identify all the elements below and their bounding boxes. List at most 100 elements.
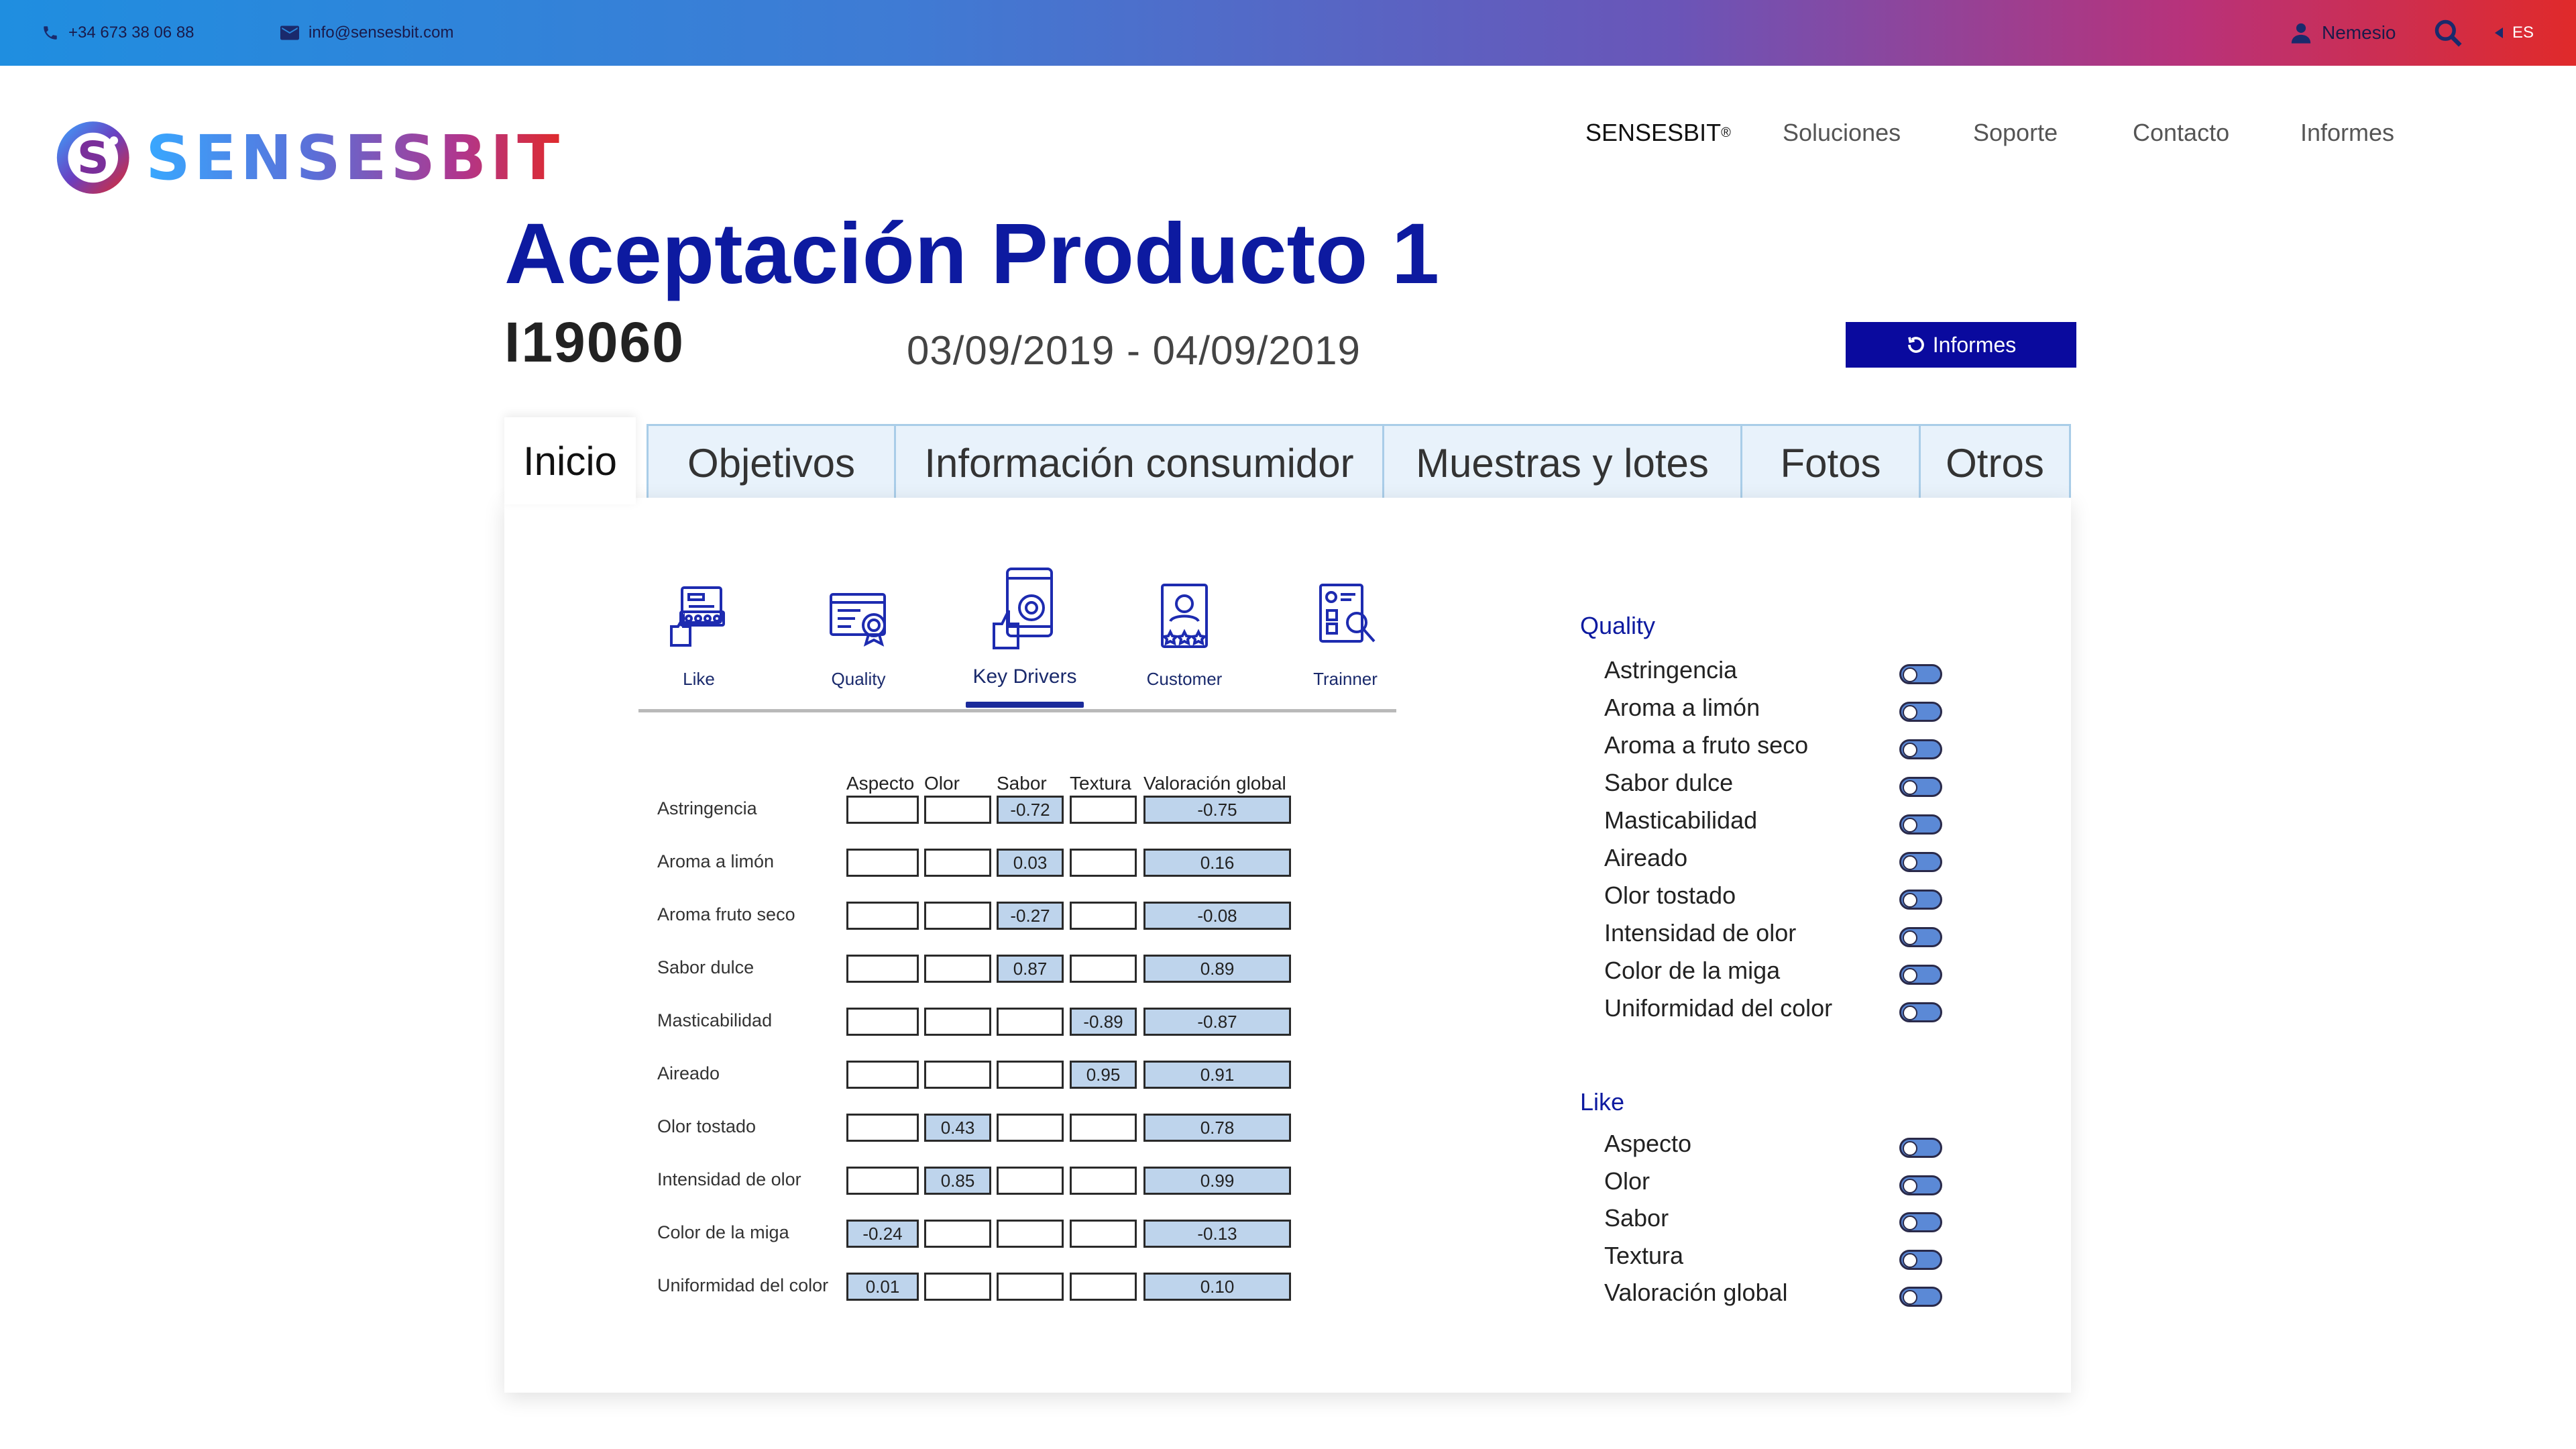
quality-toggle[interactable] [1899, 814, 1942, 835]
like-toggle[interactable] [1899, 1249, 1942, 1270]
nav-contacto[interactable]: Contacto [2133, 114, 2229, 152]
tab-objetivos-label: Objetivos [687, 441, 856, 486]
search-button[interactable] [2433, 0, 2463, 66]
row-label: Uniformidad del color [657, 1275, 829, 1295]
page-title: Aceptación Producto 1 [504, 206, 1439, 302]
reports-button[interactable]: Informes [1846, 322, 2076, 368]
like-option-label: Aspecto [1604, 1130, 1692, 1157]
quality-option-label: Sabor dulce [1604, 769, 1734, 796]
row-label: Aireado [657, 1063, 720, 1083]
language-label: ES [2512, 23, 2534, 42]
registered-mark: ® [1721, 125, 1731, 140]
quality-icon [830, 593, 886, 647]
quality-toggle[interactable] [1899, 927, 1942, 947]
quality-section-title: Quality [1580, 612, 1656, 639]
tab-fotos-label: Fotos [1780, 441, 1881, 486]
report-key-drivers-label: Key Drivers [972, 665, 1077, 688]
tab-muestras-lotes[interactable]: Muestras y lotes [1382, 424, 1742, 500]
user-menu[interactable]: Nemesio [2290, 0, 2396, 66]
reports-button-label: Informes [1932, 332, 2017, 357]
table-cell: 0.87 [997, 955, 1064, 983]
quality-toggle[interactable] [1899, 890, 1942, 910]
row-label: Sabor dulce [657, 957, 754, 977]
table-cell [846, 955, 919, 983]
table-cell [924, 796, 991, 824]
table-cell [924, 902, 991, 930]
study-dates: 03/09/2019 - 04/09/2019 [907, 328, 1361, 373]
table-cell [1070, 1167, 1137, 1195]
nav-informes[interactable]: Informes [2300, 114, 2394, 152]
like-toggle[interactable] [1899, 1212, 1942, 1232]
quality-option-label: Aroma a fruto seco [1604, 731, 1809, 759]
table-cell [1070, 849, 1137, 877]
report-quality[interactable]: Quality [798, 565, 919, 706]
quality-toggle[interactable] [1899, 739, 1942, 759]
table-cell: 0.03 [997, 849, 1064, 877]
nav-contacto-label: Contacto [2133, 119, 2230, 146]
column-header: Aspecto [846, 773, 915, 794]
like-toggle[interactable] [1899, 1175, 1942, 1195]
email-contact[interactable]: info@sensesbit.com [280, 0, 453, 66]
tab-bar: Inicio Objetivos Información consumidor … [504, 417, 2071, 504]
quality-toggle[interactable] [1899, 852, 1942, 872]
table-cell [997, 1061, 1064, 1089]
table-cell [1070, 1273, 1137, 1301]
table-cell: 0.10 [1143, 1273, 1291, 1301]
table-cell: 0.89 [1143, 955, 1291, 983]
table-cell [997, 1008, 1064, 1036]
svg-text:S: S [77, 131, 109, 184]
table-cell: -0.08 [1143, 902, 1291, 930]
table-cell [997, 1220, 1064, 1248]
quality-toggle[interactable] [1899, 965, 1942, 985]
report-like[interactable]: Like [638, 565, 759, 706]
table-cell [1070, 1114, 1137, 1142]
quality-toggle[interactable] [1899, 702, 1942, 722]
table-cell [924, 955, 991, 983]
table-cell: 0.78 [1143, 1114, 1291, 1142]
table-cell [1070, 902, 1137, 930]
like-toggle[interactable] [1899, 1138, 1942, 1158]
table-cell: 0.43 [924, 1114, 991, 1142]
table-cell [846, 1167, 919, 1195]
quality-option-label: Olor tostado [1604, 881, 1736, 909]
table-cell: -0.87 [1143, 1008, 1291, 1036]
tab-fotos[interactable]: Fotos [1740, 424, 1921, 500]
table-cell [846, 1008, 919, 1036]
table-cell [1070, 1220, 1137, 1248]
language-selector[interactable]: ES [2495, 0, 2534, 66]
tab-inicio[interactable]: Inicio [504, 417, 636, 504]
like-option-label: Olor [1604, 1167, 1650, 1195]
table-cell: -0.72 [997, 796, 1064, 824]
nav-soluciones[interactable]: Soluciones [1783, 114, 1901, 152]
table-cell: 0.95 [1070, 1061, 1137, 1089]
like-option-label: Valoración global [1604, 1279, 1788, 1306]
table-cell [1070, 796, 1137, 824]
quality-option-label: Astringencia [1604, 656, 1738, 684]
logo[interactable]: S SENSESBIT [54, 101, 563, 215]
table-cell: -0.89 [1070, 1008, 1137, 1036]
row-label: Aroma a limón [657, 851, 775, 871]
tab-otros[interactable]: Otros [1919, 424, 2071, 500]
table-cell [924, 1061, 991, 1089]
table-cell: -0.27 [997, 902, 1064, 930]
phone-contact[interactable]: +34 673 38 06 88 [42, 0, 194, 66]
table-cell [924, 849, 991, 877]
table-cell [997, 1114, 1064, 1142]
mail-icon [280, 25, 299, 40]
report-customer[interactable]: Customer [1124, 565, 1245, 706]
quality-toggle[interactable] [1899, 777, 1942, 797]
report-key-drivers[interactable]: Key Drivers [964, 565, 1085, 706]
table-cell [846, 1061, 919, 1089]
key-drivers-icon [993, 568, 1053, 649]
report-trainner[interactable]: Trainner [1285, 565, 1406, 706]
caret-left-icon [2495, 28, 2503, 38]
report-type-nav: Like Quality Key Drivers Customer Trainn… [638, 565, 1396, 712]
nav-brand[interactable]: SENSESBIT ® [1585, 114, 1731, 152]
quality-toggle[interactable] [1899, 664, 1942, 684]
tab-informacion-consumidor[interactable]: Información consumidor [894, 424, 1384, 500]
like-toggle[interactable] [1899, 1287, 1942, 1307]
nav-soporte[interactable]: Soporte [1973, 114, 2058, 152]
tab-objetivos[interactable]: Objetivos [647, 424, 896, 500]
quality-toggle[interactable] [1899, 1002, 1942, 1022]
user-name: Nemesio [2322, 22, 2396, 43]
